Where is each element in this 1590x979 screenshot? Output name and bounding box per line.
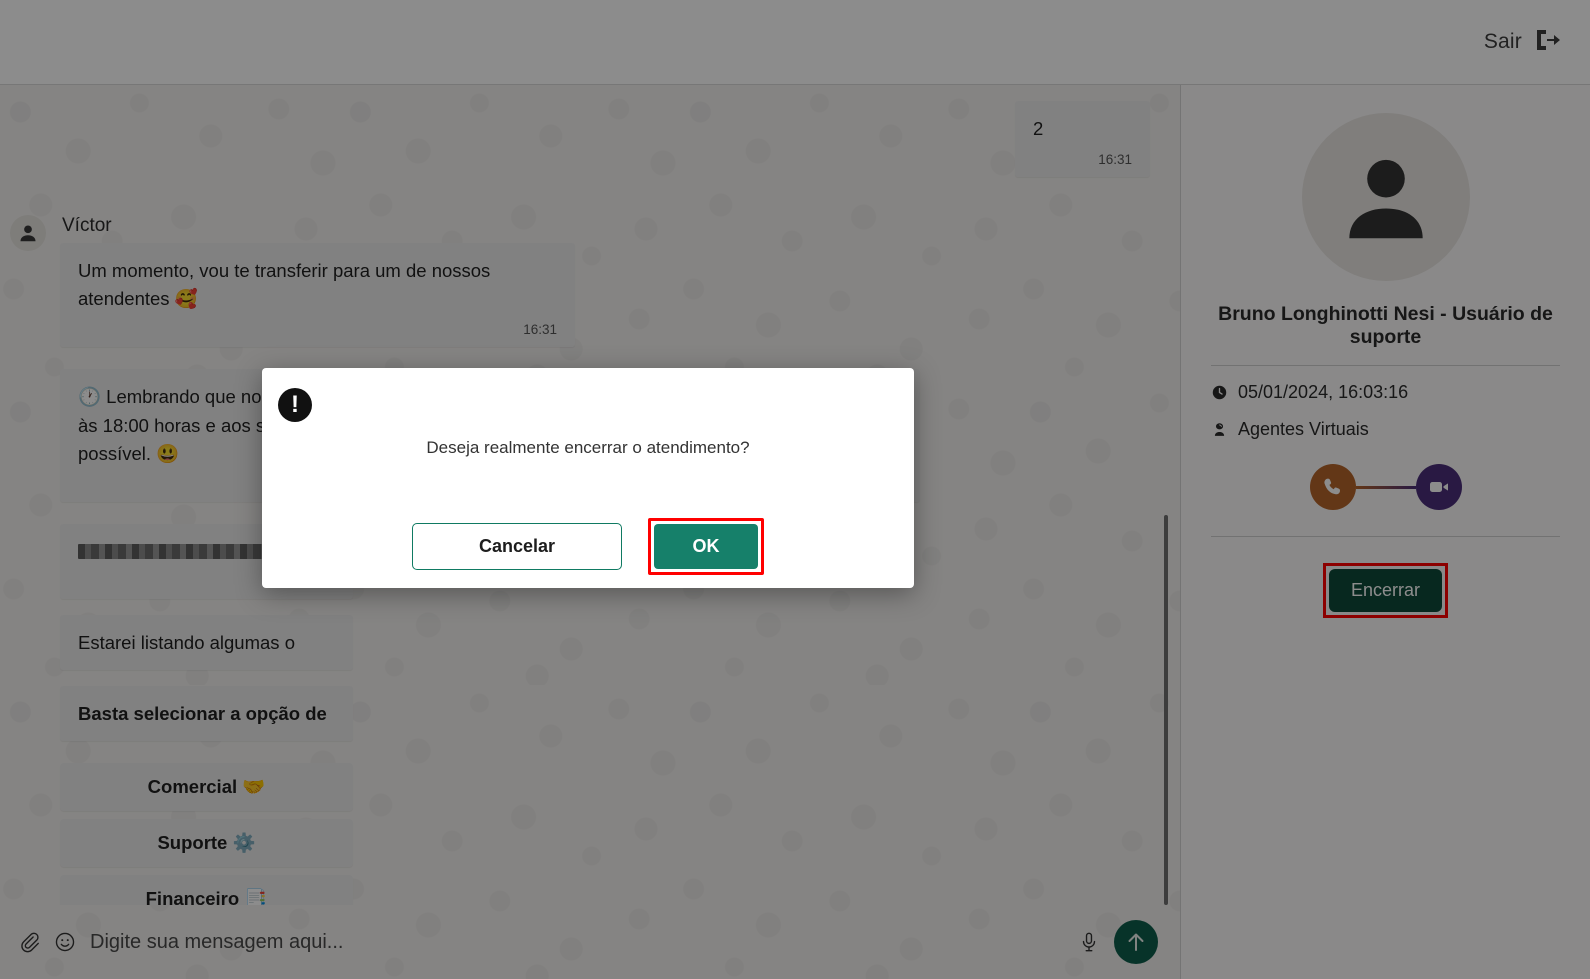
confirm-dialog: ! Deseja realmente encerrar o atendiment…	[262, 368, 914, 588]
ok-button-highlight: OK	[648, 518, 764, 575]
confirm-dialog-message: Deseja realmente encerrar o atendimento?	[426, 438, 750, 457]
confirm-dialog-actions: Cancelar OK	[262, 518, 914, 575]
exclamation-icon: !	[278, 388, 312, 422]
ok-button[interactable]: OK	[654, 524, 758, 569]
cancel-button[interactable]: Cancelar	[412, 523, 622, 570]
